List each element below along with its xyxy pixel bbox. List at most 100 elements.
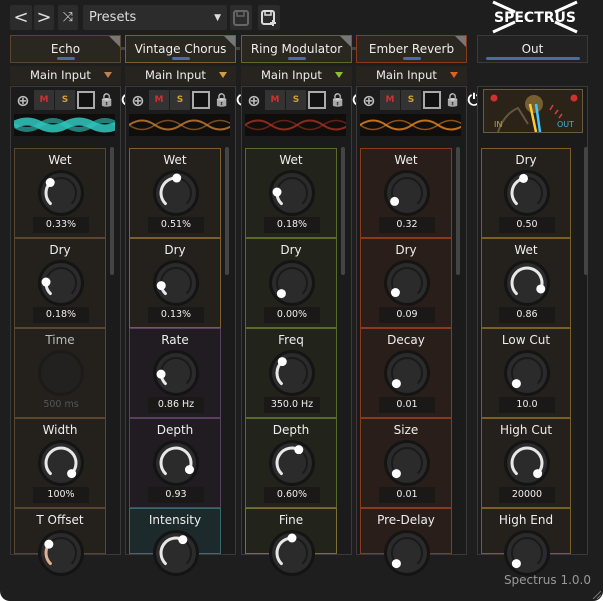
knob[interactable] bbox=[265, 169, 319, 217]
mute-button[interactable]: M bbox=[34, 90, 54, 110]
effect-header-3[interactable]: Ember Reverb bbox=[356, 35, 467, 63]
bypass-box[interactable] bbox=[307, 90, 327, 110]
param-value[interactable]: 0.01 bbox=[379, 397, 435, 413]
lock-icon[interactable]: 🔒 bbox=[97, 90, 117, 110]
lock-icon[interactable]: 🔒 bbox=[443, 90, 463, 110]
solo-button[interactable]: S bbox=[286, 90, 306, 110]
param-value[interactable]: 350.0 Hz bbox=[264, 397, 320, 413]
input-select[interactable]: Main Input bbox=[356, 66, 467, 85]
plus-icon[interactable]: ⊕ bbox=[13, 90, 33, 110]
plus-icon[interactable]: ⊕ bbox=[359, 90, 379, 110]
param-value[interactable]: 0.18% bbox=[264, 217, 320, 233]
param-value[interactable]: 500 ms bbox=[33, 397, 89, 413]
param-value[interactable]: 0.00% bbox=[264, 307, 320, 323]
lock-icon[interactable]: 🔒 bbox=[328, 90, 348, 110]
param-cell-rate: Rate 0.86 Hz bbox=[129, 328, 221, 418]
param-value[interactable]: 0.86 bbox=[499, 307, 555, 323]
mute-button[interactable]: M bbox=[265, 90, 285, 110]
scrollbar[interactable] bbox=[341, 147, 345, 275]
input-select[interactable]: Main Input bbox=[125, 66, 236, 85]
param-value[interactable]: 0.09 bbox=[379, 307, 435, 323]
solo-button[interactable]: S bbox=[170, 90, 190, 110]
param-value[interactable]: 0.50 bbox=[499, 217, 555, 233]
input-label: Main Input bbox=[30, 68, 91, 82]
param-cell-dry: Dry 0.00% bbox=[245, 238, 337, 328]
chevron-down-icon bbox=[219, 72, 227, 78]
bypass-box[interactable] bbox=[191, 90, 211, 110]
effect-title: Ring Modulator bbox=[250, 42, 343, 56]
corner-fold-icon bbox=[109, 36, 120, 47]
knob[interactable] bbox=[34, 439, 88, 487]
knob[interactable] bbox=[149, 349, 203, 397]
plus-icon[interactable]: ⊕ bbox=[244, 90, 264, 110]
param-value[interactable]: 10.0 bbox=[499, 397, 555, 413]
preset-dropdown[interactable]: Presets ▼ bbox=[83, 5, 227, 30]
level-meter: IN OUT bbox=[483, 89, 583, 133]
param-value[interactable]: 0.13% bbox=[148, 307, 204, 323]
mute-button[interactable]: M bbox=[149, 90, 169, 110]
knob[interactable] bbox=[34, 169, 88, 217]
knob[interactable] bbox=[500, 529, 554, 577]
knob[interactable] bbox=[34, 349, 88, 397]
knob[interactable] bbox=[380, 439, 434, 487]
param-label: Wet bbox=[394, 153, 418, 167]
param-cell-dry: Dry 0.09 bbox=[360, 238, 452, 328]
lock-icon[interactable]: 🔒 bbox=[212, 90, 232, 110]
param-value[interactable]: 20000 bbox=[499, 487, 555, 503]
effect-header-0[interactable]: Echo bbox=[10, 35, 121, 63]
resize-handle[interactable] bbox=[591, 589, 601, 599]
solo-button[interactable]: S bbox=[401, 90, 421, 110]
knob[interactable] bbox=[149, 529, 203, 577]
mute-button[interactable]: M bbox=[380, 90, 400, 110]
scrollbar[interactable] bbox=[225, 147, 229, 275]
solo-button[interactable]: S bbox=[55, 90, 75, 110]
knob[interactable] bbox=[265, 529, 319, 577]
out-header[interactable]: Out bbox=[477, 35, 588, 63]
knob[interactable] bbox=[149, 439, 203, 487]
knob[interactable] bbox=[149, 259, 203, 307]
save-as-icon[interactable] bbox=[258, 5, 280, 30]
input-select[interactable]: Main Input bbox=[10, 66, 121, 85]
param-value[interactable]: 0.18% bbox=[33, 307, 89, 323]
effect-header-1[interactable]: Vintage Chorus bbox=[125, 35, 236, 63]
shuffle-icon[interactable]: ⤨ bbox=[58, 5, 78, 30]
input-select[interactable]: Main Input bbox=[241, 66, 352, 85]
param-value[interactable]: 0.32 bbox=[379, 217, 435, 233]
prev-preset-button[interactable]: < bbox=[10, 5, 32, 30]
knob[interactable] bbox=[149, 169, 203, 217]
knob[interactable] bbox=[265, 439, 319, 487]
next-preset-button[interactable]: > bbox=[34, 5, 54, 30]
param-value[interactable]: 100% bbox=[33, 487, 89, 503]
knob[interactable] bbox=[265, 259, 319, 307]
knob[interactable] bbox=[380, 259, 434, 307]
knob[interactable] bbox=[265, 349, 319, 397]
corner-fold-icon bbox=[455, 36, 466, 47]
knob[interactable] bbox=[34, 259, 88, 307]
param-value[interactable]: 0.51% bbox=[148, 217, 204, 233]
knob[interactable] bbox=[500, 169, 554, 217]
save-icon[interactable] bbox=[230, 5, 252, 30]
knob[interactable] bbox=[380, 169, 434, 217]
param-value[interactable]: 0.86 Hz bbox=[148, 397, 204, 413]
param-label: Fine bbox=[278, 513, 304, 527]
knob[interactable] bbox=[380, 349, 434, 397]
knob[interactable] bbox=[380, 529, 434, 577]
param-cell-low-cut: Low Cut 10.0 bbox=[481, 328, 571, 418]
knob[interactable] bbox=[500, 349, 554, 397]
bypass-box[interactable] bbox=[422, 90, 442, 110]
scrollbar[interactable] bbox=[584, 147, 588, 275]
param-label: Dry bbox=[515, 153, 537, 167]
param-value[interactable]: 0.60% bbox=[264, 487, 320, 503]
param-value[interactable]: 0.01 bbox=[379, 487, 435, 503]
scrollbar[interactable] bbox=[110, 147, 114, 275]
knob[interactable] bbox=[34, 529, 88, 577]
scrollbar[interactable] bbox=[456, 147, 460, 275]
waveform-display bbox=[360, 114, 461, 136]
bypass-box[interactable] bbox=[76, 90, 96, 110]
plus-icon[interactable]: ⊕ bbox=[128, 90, 148, 110]
effect-header-2[interactable]: Ring Modulator bbox=[241, 35, 352, 63]
param-value[interactable]: 0.93 bbox=[148, 487, 204, 503]
knob[interactable] bbox=[500, 259, 554, 307]
knob[interactable] bbox=[500, 439, 554, 487]
param-value[interactable]: 0.33% bbox=[33, 217, 89, 233]
